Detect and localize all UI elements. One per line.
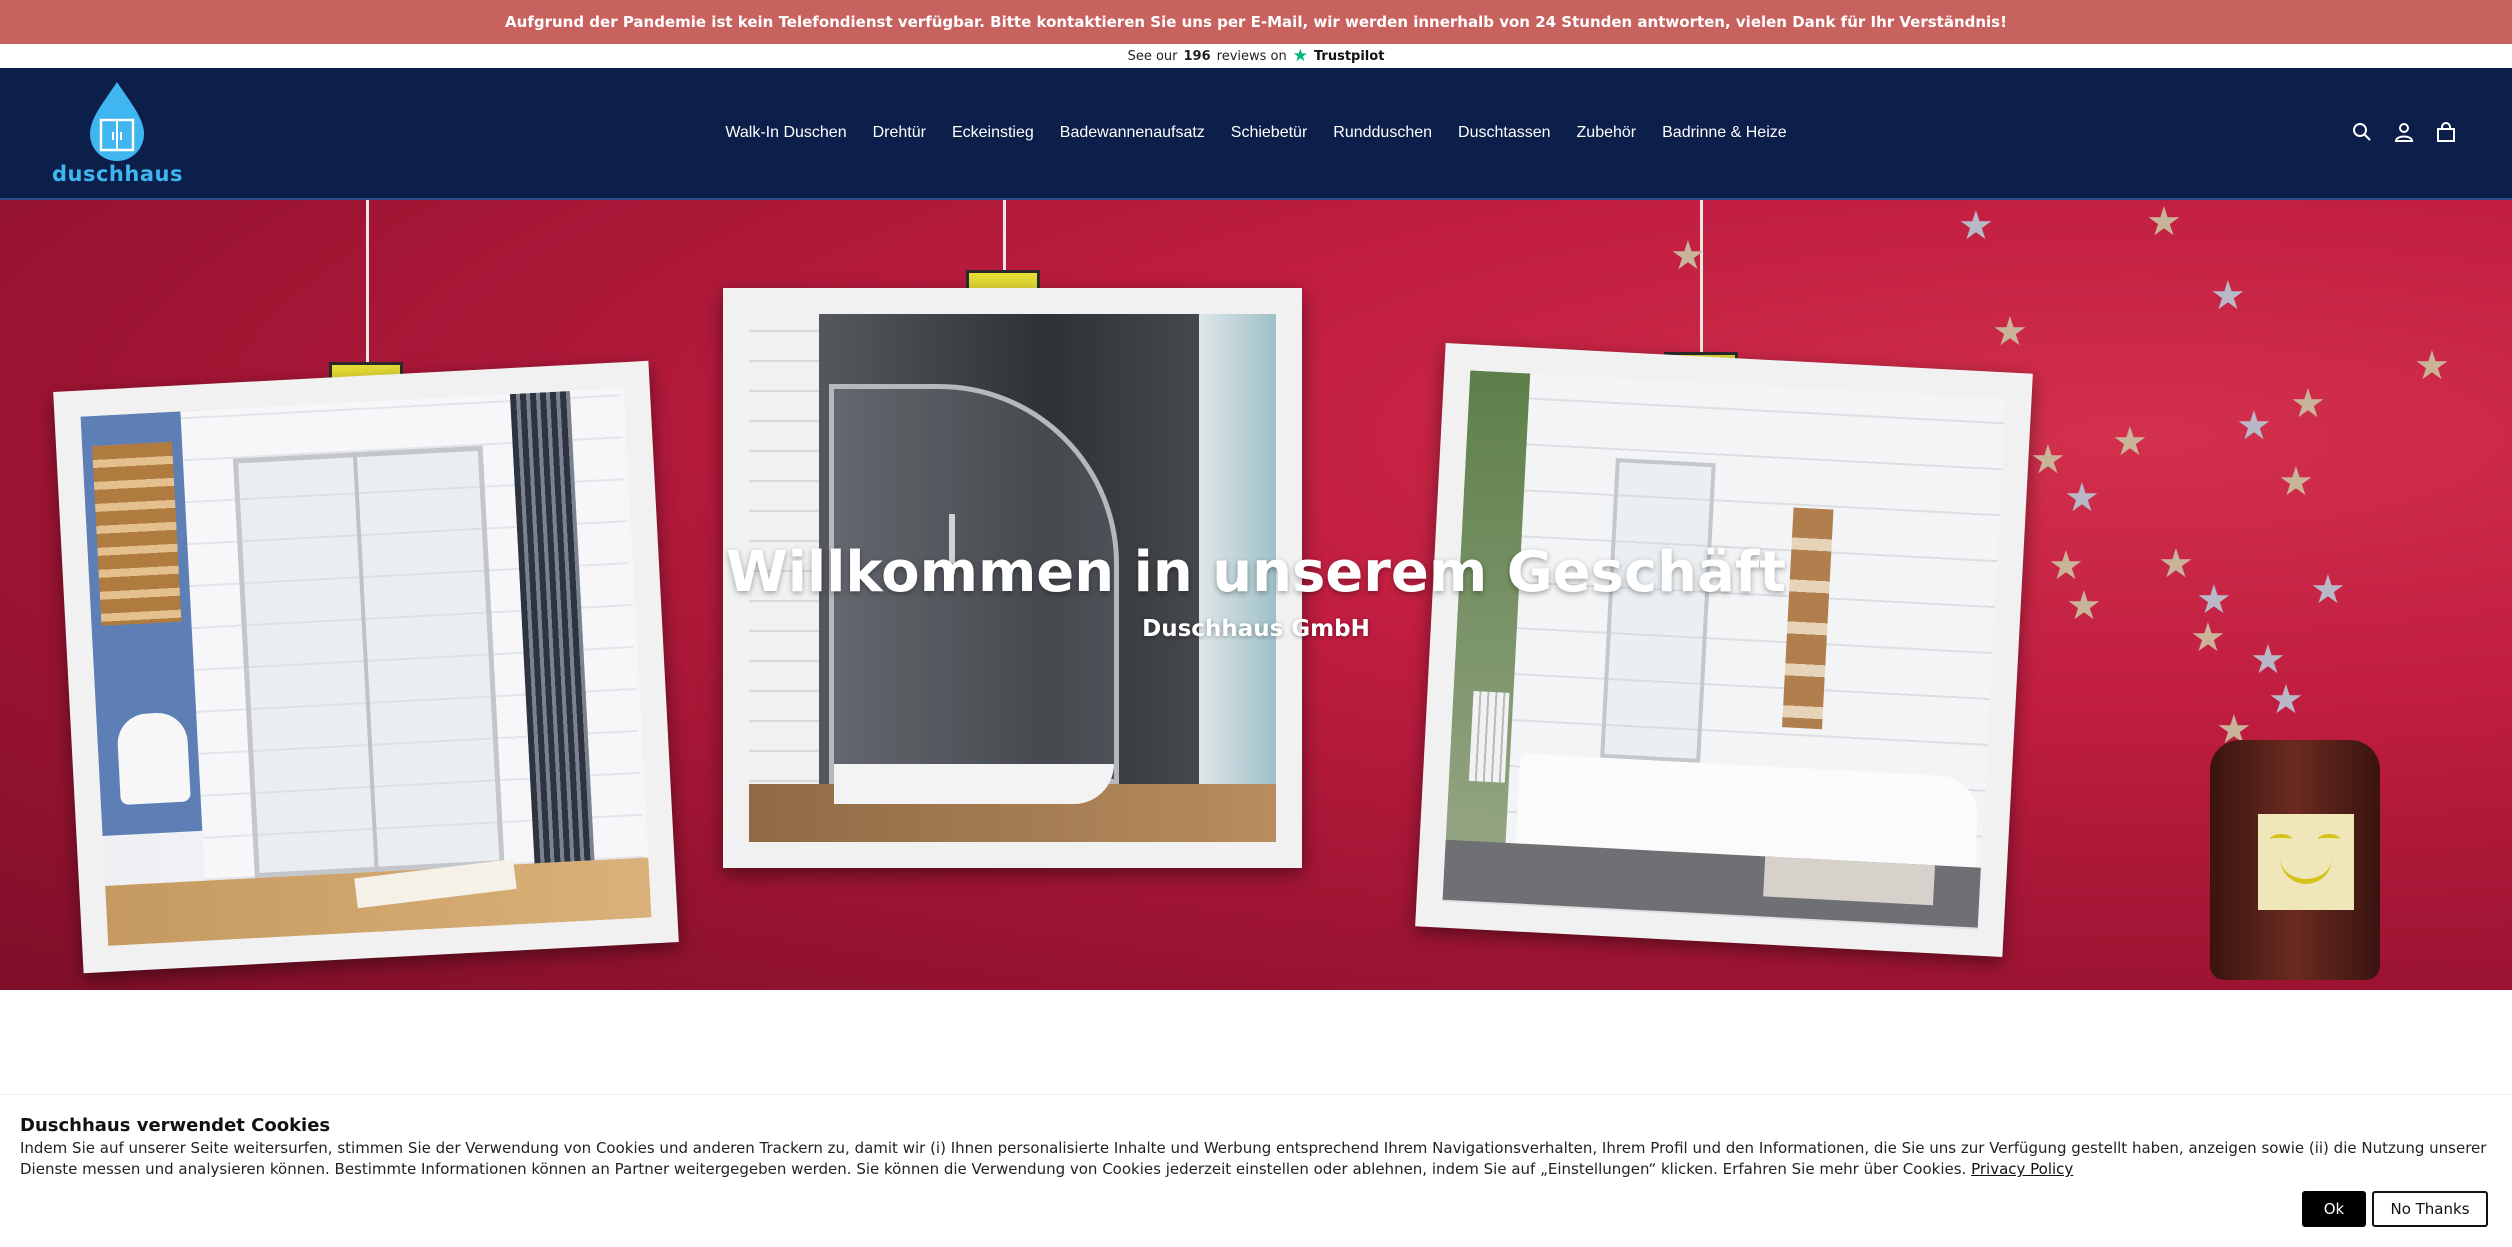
water-drop-logo-icon [90, 82, 144, 161]
star-decoration: ★ [2414, 343, 2450, 389]
nav-badewannenaufsatz[interactable]: Badewannenaufsatz [1060, 124, 1205, 142]
star-decoration: ★ [2064, 475, 2100, 521]
product-photo-sliding-door [53, 360, 679, 974]
star-decoration: ★ [2290, 381, 2326, 427]
star-decoration: ★ [2210, 273, 2246, 319]
smiley-jar-decoration [2210, 740, 2380, 980]
hero-subtitle: Duschhaus GmbH [1142, 616, 1370, 642]
star-decoration: ★ [1670, 233, 1706, 279]
nav-duschtassen[interactable]: Duschtassen [1458, 124, 1551, 142]
nav-zubehoer[interactable]: Zubehör [1577, 124, 1637, 142]
cookie-text: Indem Sie auf unserer Seite weitersurfen… [20, 1138, 2500, 1180]
nav-walk-in-duschen[interactable]: Walk-In Duschen [725, 124, 846, 142]
nav-badrinne-heize[interactable]: Badrinne & Heize [1662, 124, 1787, 142]
product-photo-bath-screen [1415, 343, 2033, 957]
cookie-ok-button[interactable]: Ok [2302, 1191, 2366, 1227]
main-nav: Walk-In Duschen Drehtür Eckeinstieg Bade… [0, 124, 2512, 142]
star-decoration: ★ [2236, 403, 2272, 449]
star-decoration: ★ [2250, 637, 2286, 683]
privacy-policy-link[interactable]: Privacy Policy [1971, 1160, 2073, 1178]
hanging-wire [1003, 200, 1006, 270]
hero-title: Willkommen in unserem Geschäft [726, 540, 1786, 605]
logo-text: duschhaus [52, 162, 183, 186]
star-decoration: ★ [2268, 677, 2304, 723]
trustpilot-star-icon: ★ [1292, 45, 1308, 66]
star-decoration: ★ [1992, 309, 2028, 355]
nav-rundduschen[interactable]: Rundduschen [1333, 124, 1432, 142]
star-decoration: ★ [2112, 419, 2148, 465]
hero-banner[interactable]: ★ ★ ★ ★ ★ ★ ★ ★ ★ ★ ★ ★ ★ ★ ★ ★ ★ ★ ★ ★ … [0, 200, 2512, 990]
cart-icon[interactable] [2436, 120, 2456, 144]
cookie-body: Indem Sie auf unserer Seite weitersurfen… [20, 1139, 2487, 1178]
trustpilot-suffix: reviews on [1216, 48, 1287, 64]
nav-drehtuer[interactable]: Drehtür [873, 124, 926, 142]
star-decoration: ★ [2030, 437, 2066, 483]
cookie-buttons: Ok No Thanks [2302, 1191, 2488, 1227]
trustpilot-bar[interactable]: See our 196 reviews on ★ Trustpilot [0, 44, 2512, 68]
nav-schiebetuer[interactable]: Schiebetür [1231, 124, 1308, 142]
cookie-title: Duschhaus verwendet Cookies [20, 1115, 331, 1136]
cookie-banner: Duschhaus verwendet Cookies Indem Sie au… [0, 1094, 2512, 1247]
header-icons [2352, 120, 2456, 144]
trustpilot-brand[interactable]: Trustpilot [1314, 49, 1384, 64]
star-decoration: ★ [2146, 200, 2182, 245]
review-count: 196 [1183, 48, 1211, 64]
nav-eckeinstieg[interactable]: Eckeinstieg [952, 124, 1034, 142]
announcement-bar: Aufgrund der Pandemie ist kein Telefondi… [0, 0, 2512, 44]
announcement-text: Aufgrund der Pandemie ist kein Telefondi… [505, 13, 2007, 31]
hanging-wire [366, 200, 369, 362]
trustpilot-prefix: See our [1127, 48, 1178, 64]
star-decoration: ★ [2278, 459, 2314, 505]
account-icon[interactable] [2394, 120, 2414, 144]
search-icon[interactable] [2352, 120, 2372, 144]
site-header: duschhaus Walk-In Duschen Drehtür Eckein… [0, 68, 2512, 200]
star-decoration: ★ [1958, 203, 1994, 249]
cookie-no-thanks-button[interactable]: No Thanks [2372, 1191, 2488, 1227]
